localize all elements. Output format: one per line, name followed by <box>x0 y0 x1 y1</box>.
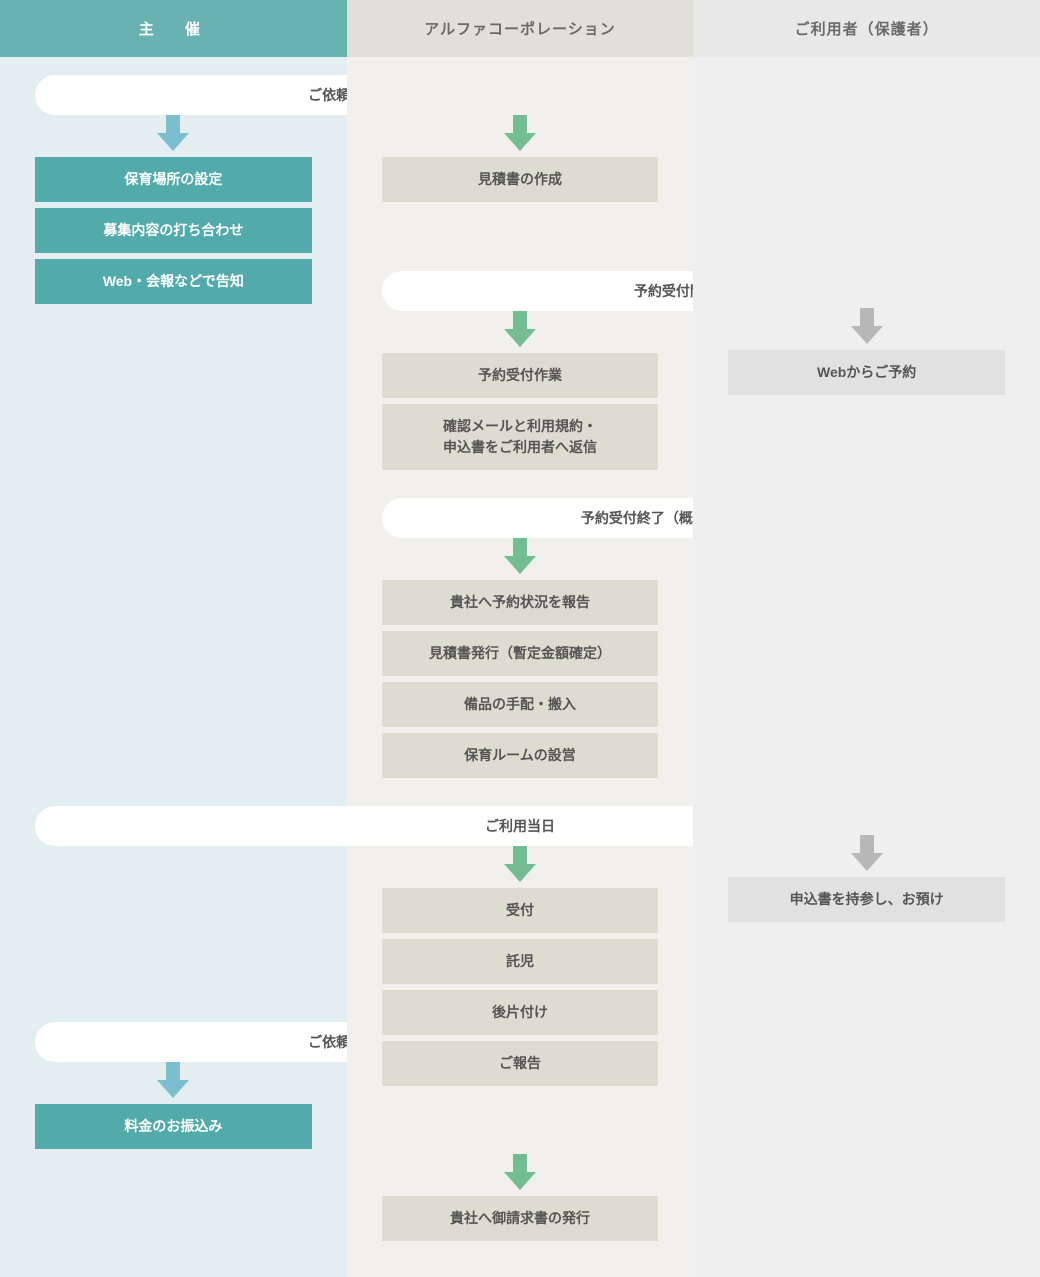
arrow-icon <box>853 835 881 871</box>
arrow-icon <box>506 115 534 151</box>
box-recruitment-meeting: 募集内容の打ち合わせ <box>35 208 312 253</box>
box-reception: 受付 <box>382 888 659 933</box>
box-confirmation-mail: 確認メールと利用規約・ 申込書をご利用者へ返信 <box>382 404 659 470</box>
column-host: 主 催 ご依頼 保育場所の設定 募集内容の打ち合わせ Web・会報などで告知 ご… <box>0 0 347 1277</box>
box-announcement: Web・会報などで告知 <box>35 259 312 304</box>
arrow-icon <box>853 308 881 344</box>
flow-diagram: 主 催 ご依頼 保育場所の設定 募集内容の打ち合わせ Web・会報などで告知 ご… <box>0 0 1040 1277</box>
box-reservation-work: 予約受付作業 <box>382 353 659 398</box>
box-report-status: 貴社へ予約状況を報告 <box>382 580 659 625</box>
box-report: ご報告 <box>382 1041 659 1086</box>
box-cleanup: 後片付け <box>382 990 659 1035</box>
arrow-icon <box>506 311 534 347</box>
box-room-setup: 保育ルームの設営 <box>382 733 659 778</box>
header-alpha: アルファコーポレーション <box>347 0 694 57</box>
box-equipment: 備品の手配・搬入 <box>382 682 659 727</box>
arrow-icon <box>506 1154 534 1190</box>
box-web-reserve: Webからご予約 <box>728 350 1005 395</box>
arrow-icon <box>506 538 534 574</box>
header-user: ご利用者（保護者） <box>693 0 1040 57</box>
header-host: 主 催 <box>0 0 347 57</box>
arrow-icon <box>506 846 534 882</box>
box-childcare: 託児 <box>382 939 659 984</box>
column-alpha: アルファコーポレーション 見積書の作成 予約受付開始 予約受付作業 確認メールと… <box>347 0 694 1277</box>
box-estimate-issue: 見積書発行（暫定金額確定） <box>382 631 659 676</box>
box-payment: 料金のお振込み <box>35 1104 312 1149</box>
box-childcare-location: 保育場所の設定 <box>35 157 312 202</box>
box-estimate: 見積書の作成 <box>382 157 659 202</box>
arrow-icon <box>159 1062 187 1098</box>
column-user: ご利用者（保護者） Webからご予約 申込書を持参し、お預け <box>693 0 1040 1277</box>
box-bring-form: 申込書を持参し、お預け <box>728 877 1005 922</box>
box-invoice: 貴社へ御請求書の発行 <box>382 1196 659 1241</box>
arrow-icon <box>159 115 187 151</box>
